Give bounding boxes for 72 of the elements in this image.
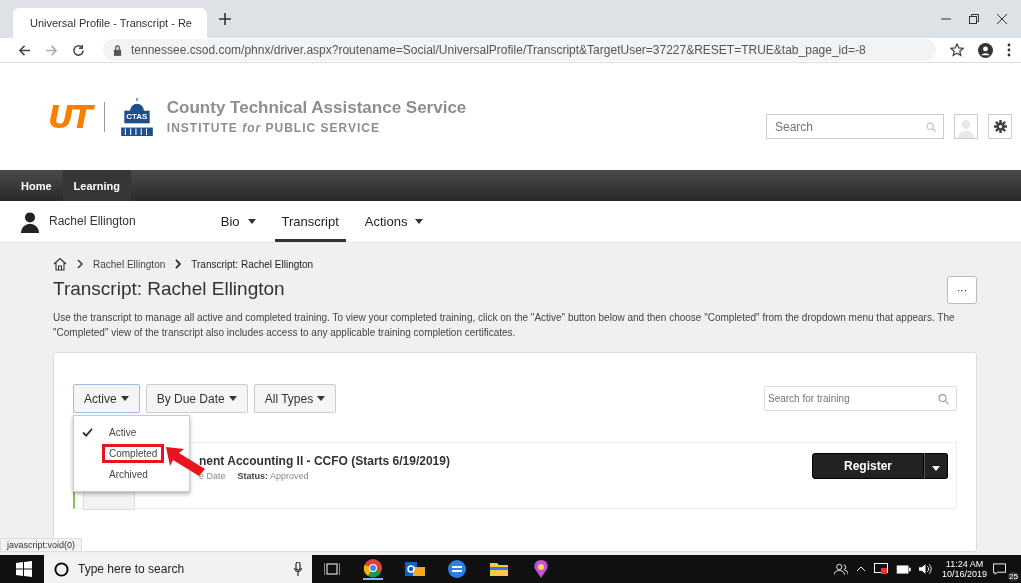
menu-item[interactable]: Completed [102, 444, 165, 463]
monitor-icon[interactable] [873, 563, 888, 575]
star-icon[interactable] [950, 43, 964, 57]
browser-tab[interactable]: Universal Profile - Transcript - Re [13, 8, 207, 38]
cortana-circle-icon [54, 561, 69, 577]
organization-subtitle: INSTITUTE for PUBLIC SERVICE [166, 121, 381, 135]
tab-title: Universal Profile - Transcript - Re [30, 17, 192, 29]
mail-app-icon[interactable] [405, 559, 425, 579]
training-search-field[interactable]: Search for training [764, 386, 957, 411]
search-icon [938, 393, 949, 404]
address-bar[interactable]: tennessee.csod.com/phnx/driver.aspx?routename=Social/UniversalProfile/Transcript&TargetUser=37227&RESET=TRUE&tab_page_id=-8 [103, 39, 936, 61]
task-view-icon[interactable] [324, 562, 340, 576]
paint-app-icon[interactable] [531, 559, 551, 579]
close-window-icon[interactable] [997, 14, 1007, 24]
caret-icon [120, 396, 129, 401]
filter-dropdown[interactable]: All Types [253, 384, 337, 413]
menu-item[interactable]: Active [102, 423, 144, 442]
page-title: Transcript: Rachel Ellington [53, 278, 285, 300]
lock-icon [113, 44, 122, 56]
nav-link[interactable]: Learning [62, 170, 131, 201]
capitol-logo [119, 97, 154, 136]
profile-name: Rachel Ellington [49, 214, 136, 228]
chevron-up-icon[interactable] [855, 566, 866, 572]
status-text: Status: Approved [237, 471, 309, 481]
caret-icon [317, 396, 326, 401]
people-icon[interactable] [833, 562, 848, 576]
logo-badge-text: CTAS [126, 111, 148, 121]
check-icon [82, 428, 93, 437]
new-tab-icon[interactable] [219, 13, 231, 25]
more-options-button[interactable]: ··· [947, 276, 977, 304]
breadcrumb-current: Transcript: Rachel Ellington [191, 258, 314, 270]
back-icon[interactable] [18, 43, 31, 57]
reload-icon[interactable] [72, 43, 85, 57]
browser-app-icon[interactable] [363, 558, 383, 580]
notification-icon [993, 563, 1006, 575]
menu-icon[interactable] [1007, 43, 1011, 57]
description-text: Use the transcript to manage all active and completed training. To view your completed training, click on the "Active" button below and then choose "Completed" from the dropdown menu that appears. The "Completed" view of the transcript also includes access to any applicable training completion certificates. [53, 311, 956, 340]
chevron-icon [175, 259, 182, 269]
organization-name: County Technical Assistance Service [166, 98, 467, 118]
chevron-icon [77, 259, 83, 269]
account-icon[interactable] [978, 42, 993, 58]
person-icon [20, 210, 40, 233]
clock[interactable]: 11:24 AM 10/16/2019 [941, 559, 987, 579]
due-date-text: e Date [199, 471, 226, 481]
microphone-icon[interactable] [294, 562, 302, 576]
search-placeholder: Type here to search [78, 562, 185, 576]
notification-button[interactable]: 25 [993, 555, 1019, 583]
status-url: javascript:void(0) [0, 538, 83, 552]
caret-icon [228, 396, 237, 401]
sync-app-icon[interactable] [447, 559, 467, 579]
taskbar-search-field[interactable]: Type here to search [44, 555, 312, 583]
search-field[interactable]: Search [766, 114, 944, 139]
restore-icon[interactable] [969, 14, 979, 24]
profile-tab[interactable]: Bio [213, 201, 263, 242]
speaker-icon[interactable] [918, 563, 932, 575]
register-button[interactable]: Register [812, 453, 924, 479]
filter-dropdown[interactable]: Active [73, 384, 140, 413]
battery-icon[interactable] [895, 564, 911, 574]
search-icon [926, 121, 936, 132]
settings-button[interactable] [988, 114, 1012, 139]
register-options-button[interactable] [924, 453, 948, 479]
nav-link[interactable]: Home [10, 170, 63, 201]
gear-icon [993, 120, 1007, 133]
notification-count: 25 [1008, 572, 1019, 581]
filter-dropdown[interactable]: By Due Date [145, 384, 248, 413]
caret-icon [932, 465, 940, 471]
profile-tab[interactable]: Actions [357, 201, 431, 242]
breadcrumb-link[interactable]: Rachel Ellington [93, 258, 166, 270]
windows-start-icon[interactable] [16, 561, 32, 577]
home-icon[interactable] [53, 257, 67, 271]
course-title[interactable]: nent Accounting II - CCFO (Starts 6/19/2019) [199, 454, 450, 468]
menu-item[interactable]: Archived [102, 465, 155, 484]
